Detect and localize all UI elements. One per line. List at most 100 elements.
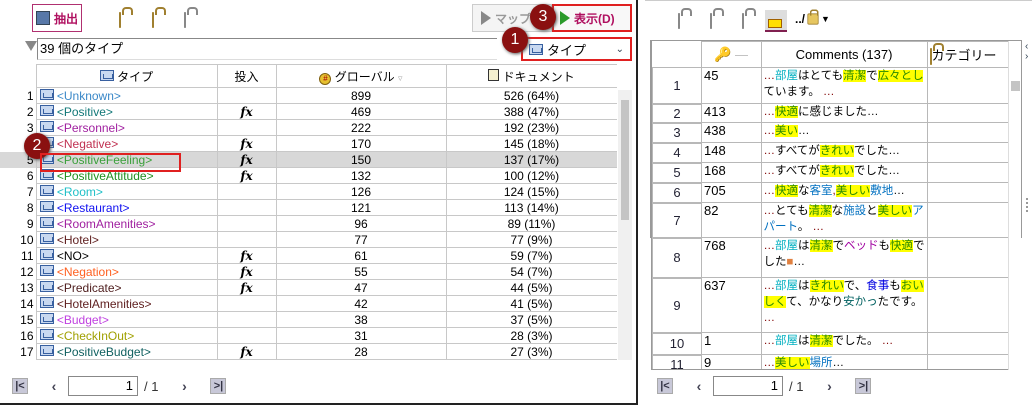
show-button[interactable]: 表示(D): [552, 4, 632, 32]
type-row[interactable]: 15 <Budget> 38 37 (5%): [0, 311, 617, 328]
scrollbar-thumb[interactable]: [621, 100, 629, 220]
type-cell[interactable]: <Predicate>: [35, 279, 218, 296]
type-row[interactable]: 7 <Room> 126 124 (15%): [0, 183, 617, 200]
type-select[interactable]: タイプ ⌄: [521, 37, 632, 61]
category-cell[interactable]: [926, 67, 1008, 104]
category-cell[interactable]: [926, 237, 1008, 278]
type-row[interactable]: 9 <RoomAmenities> 96 89 (11%): [0, 215, 617, 232]
category-cell[interactable]: [926, 162, 1008, 183]
type-cell[interactable]: <CheckInOut>: [35, 327, 218, 344]
document-row[interactable]: 11 9 …美しい場所…: [652, 353, 1008, 369]
category-cell[interactable]: [926, 277, 1008, 333]
last-page-icon[interactable]: >|: [210, 378, 227, 394]
type-cell[interactable]: <Negation>: [35, 263, 218, 280]
path-menu[interactable]: ../ ▼: [795, 9, 830, 26]
comment-cell[interactable]: …快適な客室,美しい敷地…: [760, 182, 928, 203]
type-row[interactable]: 3 <Personnel> 222 192 (23%): [0, 119, 617, 136]
category-cell[interactable]: [926, 122, 1008, 143]
type-cell[interactable]: <HotelAmenities>: [35, 295, 218, 312]
multi-lock-icon[interactable]: [742, 13, 744, 29]
comment-cell[interactable]: …部屋は清潔でベッドも快適でした■…: [760, 237, 928, 278]
type-cell[interactable]: <PositiveBudget>: [35, 343, 218, 360]
extract-button[interactable]: 抽出: [32, 4, 82, 32]
scrollbar-thumb[interactable]: [1011, 81, 1020, 91]
import-lock-icon[interactable]: [119, 12, 121, 28]
first-page-icon[interactable]: |<: [12, 378, 28, 394]
collapse-panel-icon[interactable]: ‹ ›: [1025, 42, 1028, 62]
column-header-input[interactable]: 投入: [216, 64, 277, 88]
comment-cell[interactable]: …部屋は清潔でした。 …: [760, 332, 928, 355]
document-row[interactable]: 3 438 …美い…: [652, 121, 1008, 144]
type-row[interactable]: 12 <Negation> fx 55 54 (7%): [0, 263, 617, 280]
type-cell[interactable]: <Unknown>: [35, 87, 218, 104]
last-page-icon[interactable]: >|: [855, 378, 872, 394]
page-input[interactable]: 1: [68, 376, 138, 396]
category-cell[interactable]: [926, 103, 1008, 123]
comment-cell[interactable]: …部屋はとても清潔で広々としています。 …: [760, 67, 928, 104]
type-row[interactable]: 10 <Hotel> 77 77 (9%): [0, 231, 617, 248]
type-row[interactable]: 8 <Restaurant> 121 113 (14%): [0, 199, 617, 216]
comment-cell[interactable]: …快適に感じました…: [760, 103, 928, 123]
filter-icon[interactable]: [25, 41, 37, 51]
type-cell[interactable]: <Positive>: [35, 103, 218, 120]
column-header-key[interactable]: 🔑 —: [701, 41, 762, 68]
header-label: グローバル: [334, 69, 395, 84]
first-page-icon[interactable]: |<: [657, 378, 673, 394]
document-row[interactable]: 1 45 …部屋はとても清潔で広々としています。 …: [652, 66, 1008, 105]
document-row[interactable]: 4 148 …すべてがきれいでした…: [652, 141, 1008, 164]
document-row[interactable]: 6 705 …快適な客室,美しい敷地…: [652, 181, 1008, 204]
next-page-icon[interactable]: ›: [821, 378, 837, 394]
document-row[interactable]: 2 413 …快適に感じました…: [652, 102, 1008, 124]
type-row[interactable]: 11 <NO> fx 61 59 (7%): [0, 247, 617, 264]
column-header-type[interactable]: タイプ: [35, 64, 218, 88]
category-cell[interactable]: [926, 354, 1008, 369]
document-row[interactable]: 5 168 …すべてがきれいでした…: [652, 161, 1008, 184]
type-cell[interactable]: <Personnel>: [35, 119, 218, 136]
scrollbar[interactable]: [1008, 41, 1021, 370]
comment-cell[interactable]: …すべてがきれいでした…: [760, 142, 928, 163]
document-row[interactable]: 10 1 …部屋は清潔でした。 …: [652, 331, 1008, 356]
scrollbar[interactable]: [618, 90, 632, 360]
type-cell[interactable]: <Room>: [35, 183, 218, 200]
highlight-edit-icon[interactable]: [765, 10, 787, 32]
prev-page-icon[interactable]: ‹: [46, 378, 62, 394]
column-header-global[interactable]: # グローバル ▿: [275, 64, 447, 88]
document-row[interactable]: 7 82 …とても清潔な施設と美しいアパート。 …: [652, 201, 1008, 239]
category-cell[interactable]: [926, 182, 1008, 203]
type-row[interactable]: 1 <Unknown> 899 526 (64%): [0, 87, 617, 104]
type-row[interactable]: 4 <Negative>fx170145 (18%): [0, 135, 617, 152]
comment-cell[interactable]: …すべてがきれいでした…: [760, 162, 928, 183]
page-input[interactable]: 1: [713, 376, 783, 396]
category-cell[interactable]: [926, 332, 1008, 355]
import-lock-icon-2[interactable]: [710, 13, 712, 29]
type-row[interactable]: 16 <CheckInOut> 31 28 (3%): [0, 327, 617, 344]
type-cell[interactable]: <Hotel>: [35, 231, 218, 248]
disabled-lock-icon[interactable]: [184, 12, 186, 28]
type-cell[interactable]: <Negative>: [35, 135, 218, 152]
import-multi-lock-icon[interactable]: [152, 12, 154, 28]
type-row[interactable]: 14 <HotelAmenities> 42 41 (5%): [0, 295, 617, 312]
type-row[interactable]: 2 <Positive> fx 469 388 (47%): [0, 103, 617, 120]
document-row[interactable]: 9 637 …部屋はきれいで、食事もおいしくて、かなり安かったです。 …: [652, 276, 1008, 334]
category-cell[interactable]: [926, 142, 1008, 163]
type-row[interactable]: 13 <Predicate> fx 47 44 (5%): [0, 279, 617, 296]
type-cell[interactable]: <Restaurant>: [35, 199, 218, 216]
comment-cell[interactable]: …美しい場所…: [760, 354, 928, 369]
category-cell[interactable]: [926, 202, 1008, 238]
prev-page-icon[interactable]: ‹: [691, 378, 707, 394]
comment-cell[interactable]: …とても清潔な施設と美しいアパート。 …: [760, 202, 928, 238]
type-cell[interactable]: <NO>: [35, 247, 218, 264]
comment-cell[interactable]: …美い…: [760, 122, 928, 143]
column-header-document[interactable]: ドキュメント: [445, 64, 617, 88]
import-lock-icon[interactable]: [678, 13, 680, 29]
comment-cell[interactable]: …部屋はきれいで、食事もおいしくて、かなり安かったです。 …: [760, 277, 928, 333]
column-header-comments[interactable]: Comments (137): [760, 41, 928, 68]
document-row[interactable]: 8 768 …部屋は清潔でベッドも快適でした■…: [652, 236, 1008, 279]
type-row[interactable]: 17 <PositiveBudget> fx 28 27 (3%): [0, 343, 617, 360]
type-cell[interactable]: <RoomAmenities>: [35, 215, 218, 232]
resize-grip-icon[interactable]: [1026, 198, 1030, 212]
next-page-icon[interactable]: ›: [176, 378, 192, 394]
column-header-category[interactable]: カテゴリー: [926, 41, 1008, 68]
filter-field[interactable]: 39 個のタイプ: [37, 38, 497, 60]
type-cell[interactable]: <Budget>: [35, 311, 218, 328]
